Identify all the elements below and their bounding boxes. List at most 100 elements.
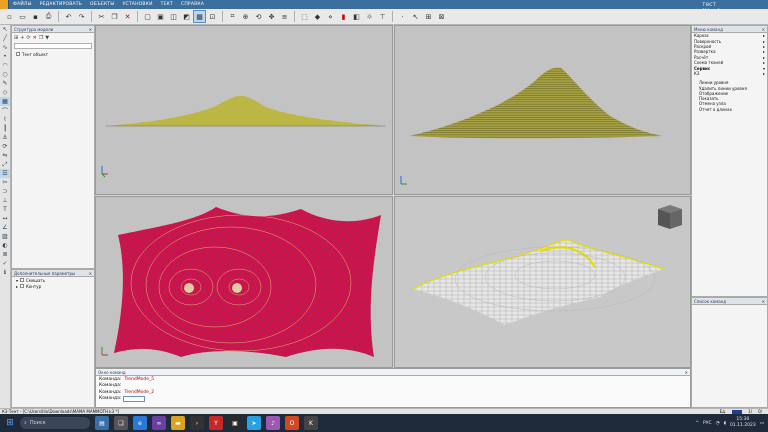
status-color-swatch[interactable] xyxy=(732,409,743,414)
tree-root-icon[interactable]: ⊞ xyxy=(14,35,18,41)
info-tool-icon[interactable]: ℹ xyxy=(0,268,10,277)
view-side-icon[interactable]: ◫ xyxy=(168,11,179,22)
taskbar-search[interactable]: ⌕ Поиск xyxy=(20,417,90,429)
edge-icon[interactable]: e xyxy=(133,416,147,430)
param-checkbox[interactable] xyxy=(20,284,25,288)
terminal-icon[interactable]: › xyxy=(190,416,204,430)
menu-files[interactable]: ФАЙЛЫ xyxy=(9,2,36,7)
mesh-tool-icon[interactable]: ▦ xyxy=(0,97,10,106)
param-checkbox[interactable] xyxy=(20,278,25,282)
light-icon[interactable]: ☼ xyxy=(364,11,375,22)
render-icon[interactable]: ◧ xyxy=(351,11,362,22)
tree-add-icon[interactable]: + xyxy=(20,35,24,41)
cut-icon[interactable]: ✂ xyxy=(96,11,107,22)
menu-tent[interactable]: ТЕКТ xyxy=(157,2,177,7)
arc-tool-icon[interactable]: ◠ xyxy=(0,61,10,70)
layers-icon[interactable]: ≡ xyxy=(279,11,290,22)
rotate-icon[interactable]: ⟲ xyxy=(253,11,264,22)
file-explorer-icon[interactable]: ▤ xyxy=(95,416,109,430)
command-input[interactable] xyxy=(123,395,146,402)
visual-studio-icon[interactable]: ∞ xyxy=(152,416,166,430)
edge-tool-icon[interactable]: ⌒ xyxy=(0,106,10,115)
delete-icon[interactable]: ✕ xyxy=(122,11,133,22)
panel-close-icon[interactable]: ✕ xyxy=(762,299,767,304)
tree-delete-icon[interactable]: ✕ xyxy=(33,35,37,41)
new-icon[interactable]: ▫ xyxy=(4,11,15,22)
mark-icon[interactable]: ▮ xyxy=(338,11,349,22)
view-front-icon[interactable]: ▢ xyxy=(142,11,153,22)
media-icon[interactable]: ♪ xyxy=(266,416,280,430)
hatch-tool-icon[interactable]: ▨ xyxy=(0,232,10,241)
circle-tool-icon[interactable]: ○ xyxy=(0,70,10,79)
telegram-icon[interactable]: ➤ xyxy=(247,416,261,430)
snap-icon[interactable]: ⊕ xyxy=(240,11,251,22)
menu-settings[interactable]: УСТАНОВКИ xyxy=(119,2,157,7)
open-icon[interactable]: ▭ xyxy=(17,11,28,22)
menu-edit[interactable]: РЕДАКТИРОВАТЬ xyxy=(36,2,86,7)
submenu-item[interactable]: Отчет о длинах xyxy=(692,107,767,112)
mirror-tool-icon[interactable]: ⇋ xyxy=(0,151,10,160)
arrow-icon[interactable]: ↖ xyxy=(410,11,421,22)
mast-tool-icon[interactable]: ┃ xyxy=(0,124,10,133)
view-top-icon[interactable]: ▣ xyxy=(155,11,166,22)
text-tool-icon[interactable]: T xyxy=(0,205,10,214)
view-zoom-icon[interactable]: ⊡ xyxy=(207,11,218,22)
task-view-icon[interactable]: ❏ xyxy=(114,416,128,430)
node-icon[interactable]: ⋄ xyxy=(325,11,336,22)
anchor-tool-icon[interactable]: ⚓ xyxy=(0,133,10,142)
view-iso-icon[interactable]: ◩ xyxy=(181,11,192,22)
menu-objects[interactable]: ОБЪЕКТЫ xyxy=(86,2,119,7)
rotate-tool-icon[interactable]: ⟳ xyxy=(0,142,10,151)
curve-tool-icon[interactable]: ∿ xyxy=(0,43,10,52)
tray-chevron-up-icon[interactable]: ^ xyxy=(695,421,699,426)
panel-close-icon[interactable]: ✕ xyxy=(685,370,690,375)
undo-icon[interactable]: ↶ xyxy=(63,11,74,22)
tree-item-checkbox[interactable] xyxy=(16,52,20,56)
scale-tool-icon[interactable]: ⤢ xyxy=(0,160,10,169)
wifi-icon[interactable]: ◔ xyxy=(716,421,720,426)
yandex-icon[interactable]: Y xyxy=(209,416,223,430)
tree-filter-icon[interactable]: ▼ xyxy=(45,35,49,41)
save-icon[interactable]: ▪ xyxy=(30,11,41,22)
surface-tool-icon[interactable]: ◇ xyxy=(0,88,10,97)
notification-icon[interactable]: ▭ xyxy=(760,421,764,426)
tree-refresh-icon[interactable]: ⟳ xyxy=(26,35,30,41)
viewport-top[interactable] xyxy=(95,196,393,368)
mesh-icon[interactable]: ⊠ xyxy=(436,11,447,22)
viewport-side[interactable] xyxy=(394,25,691,195)
measure-icon[interactable]: ⌗ xyxy=(227,11,238,22)
pencil-tool-icon[interactable]: ✎ xyxy=(0,79,10,88)
panel-close-icon[interactable]: ✕ xyxy=(762,27,767,32)
windows-start-icon[interactable]: ⊞ xyxy=(0,414,20,432)
shape-icon[interactable]: ◆ xyxy=(312,11,323,22)
select-tool-icon[interactable]: ↖ xyxy=(0,25,10,34)
dim-tool-icon[interactable]: ↔ xyxy=(0,214,10,223)
frame-icon[interactable]: ⊞ xyxy=(423,11,434,22)
point-icon[interactable]: · xyxy=(397,11,408,22)
copy-icon[interactable]: ❐ xyxy=(109,11,120,22)
layer-tool-icon[interactable]: ≣ xyxy=(0,250,10,259)
select-icon[interactable]: ⬚ xyxy=(299,11,310,22)
folder-icon[interactable]: ▬ xyxy=(171,416,185,430)
office-icon[interactable]: O xyxy=(285,416,299,430)
angle-tool-icon[interactable]: ∠ xyxy=(0,223,10,232)
clock[interactable]: 15:30 01.11.2023 xyxy=(730,417,756,429)
color-tool-icon[interactable]: ◐ xyxy=(0,241,10,250)
redo-icon[interactable]: ↷ xyxy=(76,11,87,22)
view-grid-icon[interactable]: ▦ xyxy=(193,10,206,23)
point-tool-icon[interactable]: • xyxy=(0,52,10,61)
k3-app-icon[interactable]: K xyxy=(304,416,318,430)
join-tool-icon[interactable]: ⊃ xyxy=(0,187,10,196)
relax-tool-icon[interactable]: ☰ xyxy=(0,169,10,178)
viewport-front[interactable] xyxy=(95,25,393,195)
panel-close-icon[interactable]: ✕ xyxy=(89,27,94,32)
tree-item[interactable]: Тент объект xyxy=(12,51,94,57)
param-row[interactable]: ▸ Контур xyxy=(12,283,94,289)
menu-help[interactable]: СПРАВКА xyxy=(177,2,208,7)
tree-icon[interactable]: ⊤ xyxy=(377,11,388,22)
cable-tool-icon[interactable]: ⌇ xyxy=(0,115,10,124)
speaker-icon[interactable]: ◖ xyxy=(724,421,726,426)
panel-close-icon[interactable]: ✕ xyxy=(89,271,94,276)
structure-search-input[interactable] xyxy=(14,43,92,49)
trim-tool-icon[interactable]: ✂ xyxy=(0,178,10,187)
